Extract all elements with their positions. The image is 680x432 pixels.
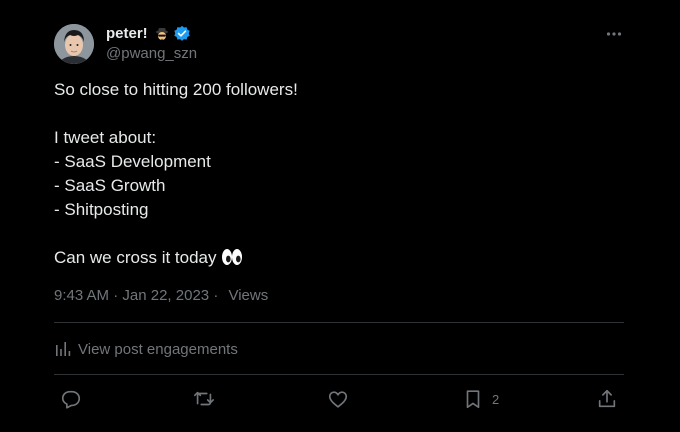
post-line: So close to hitting 200 followers!: [54, 80, 298, 99]
post-line: I tweet about:: [54, 128, 157, 147]
reply-button[interactable]: [60, 386, 82, 412]
post-line: [54, 222, 614, 246]
repost-button[interactable]: [193, 386, 215, 412]
share-button[interactable]: [596, 386, 618, 412]
meta-separator: ·: [213, 287, 219, 304]
post-last-line-wrap: Can we cross it today: [54, 246, 614, 270]
post-text: So close to hitting 200 followers! I twe…: [54, 78, 614, 270]
more-options-icon[interactable]: [604, 24, 624, 44]
post-meta: 9:43 AM · Jan 22, 2023 · Views: [54, 286, 268, 306]
analytics-icon: [56, 342, 71, 356]
bookmark-icon: [466, 390, 480, 409]
views-label: Views: [228, 287, 269, 304]
display-name[interactable]: peter!: [106, 24, 148, 44]
share-icon: [598, 389, 616, 408]
eyes-emoji-icon: [221, 248, 243, 266]
post-line: Can we cross it today: [54, 248, 217, 267]
like-button[interactable]: [327, 386, 349, 412]
avatar[interactable]: [54, 24, 94, 64]
view-engagements-label: View post engagements: [78, 340, 238, 358]
meta-separator: ·: [113, 287, 119, 304]
bookmark-count: 2: [492, 391, 500, 407]
post-date[interactable]: Jan 22, 2023: [122, 287, 209, 304]
reply-icon: [61, 390, 81, 409]
verified-badge-icon[interactable]: [173, 25, 191, 43]
post-line: [54, 102, 614, 126]
spy-emoji-icon: [154, 26, 170, 42]
author-info: peter! @pwang_szn: [106, 24, 197, 64]
repost-icon: [194, 391, 214, 406]
display-name-row: peter!: [106, 24, 197, 44]
action-bar: 2: [54, 386, 624, 412]
post-time[interactable]: 9:43 AM: [54, 287, 109, 304]
post-line: - Shitposting: [54, 200, 149, 219]
bookmark-button[interactable]: 2: [462, 386, 499, 412]
post-line: - SaaS Growth: [54, 176, 166, 195]
divider: [54, 374, 624, 375]
user-handle[interactable]: @pwang_szn: [106, 44, 197, 64]
divider: [54, 322, 624, 323]
like-icon: [328, 391, 348, 408]
view-engagements-link[interactable]: View post engagements: [54, 337, 238, 361]
avatar-image: [54, 24, 94, 64]
post: peter! @pwang_szn So close to hitting 20…: [54, 0, 624, 432]
post-line: - SaaS Development: [54, 152, 211, 171]
